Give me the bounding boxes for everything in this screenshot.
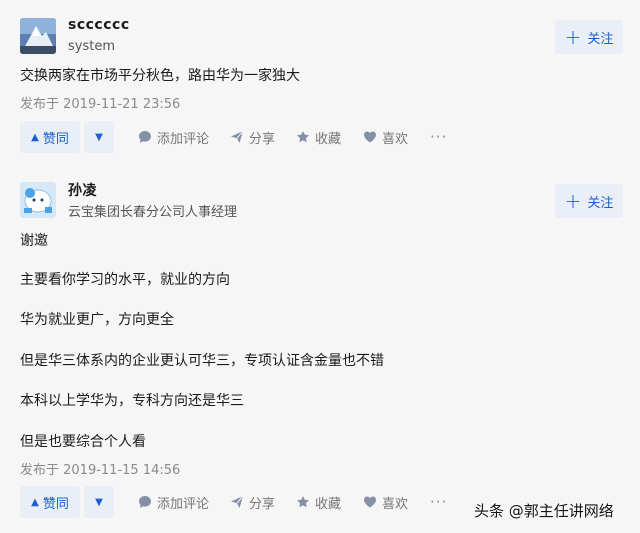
answer-paragraph: 但是也要综合个人看	[20, 434, 146, 450]
share-label: 分享	[249, 131, 276, 147]
upvote-button[interactable]: ▲ 赞同	[20, 486, 80, 518]
upvote-label: 赞同	[42, 496, 69, 512]
favorite-label: 收藏	[315, 496, 342, 512]
triangle-down-icon: ▼	[95, 131, 103, 143]
publish-time[interactable]: 发布于 2019-11-21 23:56	[20, 93, 180, 112]
answer-paragraph: 华为就业更广，方向更全	[20, 312, 174, 328]
favorite-button[interactable]: 收藏	[296, 486, 341, 518]
answer-paragraph: 主要看你学习的水平，就业的方向	[20, 272, 230, 288]
triangle-down-icon: ▼	[95, 496, 103, 508]
upvote-label: 赞同	[42, 131, 69, 147]
comment-icon	[139, 131, 151, 143]
author-name[interactable]: scccccc	[68, 17, 130, 33]
share-icon	[231, 130, 244, 143]
comment-icon	[139, 496, 151, 508]
publish-time[interactable]: 发布于 2019-11-15 14:56	[20, 459, 180, 478]
follow-label: 关注	[587, 31, 614, 47]
action-bar: ▲ 赞同 ▼ 添加评论 分享 收藏 喜欢 ···	[20, 121, 620, 153]
avatar[interactable]	[20, 182, 56, 218]
star-icon	[297, 131, 309, 143]
author-description: 云宝集团长春分公司人事经理	[68, 205, 238, 220]
answer-paragraph: 谢邀	[20, 233, 48, 249]
heart-icon	[364, 131, 376, 143]
answer-card: scccccc system + 关注 交换两家在市场平分秋色，路由华为一家独大…	[0, 0, 640, 168]
comment-label: 添加评论	[157, 496, 210, 512]
share-icon	[231, 495, 244, 508]
watermark: 头条 @郭主任讲网络	[474, 502, 614, 520]
heart-icon	[364, 496, 376, 508]
comment-label: 添加评论	[157, 131, 210, 147]
plus-icon: +	[564, 25, 582, 49]
more-button[interactable]: ···	[430, 121, 447, 153]
answer-card: 孙凌 云宝集团长春分公司人事经理 + 关注 谢邀 主要看你学习的水平，就业的方向…	[0, 168, 640, 533]
answer-content: 交换两家在市场平分秋色，路由华为一家独大	[20, 68, 300, 84]
like-label: 喜欢	[382, 131, 409, 147]
like-button[interactable]: 喜欢	[363, 486, 408, 518]
share-label: 分享	[249, 496, 276, 512]
avatar[interactable]	[20, 18, 56, 54]
more-button[interactable]: ···	[430, 486, 447, 518]
share-button[interactable]: 分享	[230, 121, 275, 153]
plus-icon: +	[564, 189, 582, 213]
comment-button[interactable]: 添加评论	[138, 486, 209, 518]
like-label: 喜欢	[382, 496, 409, 512]
comment-button[interactable]: 添加评论	[138, 121, 209, 153]
follow-button[interactable]: + 关注	[555, 184, 623, 218]
downvote-button[interactable]: ▼	[84, 486, 114, 518]
author-description: system	[68, 39, 115, 54]
upvote-button[interactable]: ▲ 赞同	[20, 121, 80, 153]
answer-paragraph: 但是华三体系内的企业更认可华三，专项认证含金量也不错	[20, 353, 384, 369]
answer-paragraph: 本科以上学华为，专科方向还是华三	[20, 393, 244, 409]
author-name[interactable]: 孙凌	[68, 180, 97, 200]
favorite-label: 收藏	[315, 131, 342, 147]
follow-label: 关注	[587, 195, 614, 211]
like-button[interactable]: 喜欢	[363, 121, 408, 153]
favorite-button[interactable]: 收藏	[296, 121, 341, 153]
share-button[interactable]: 分享	[230, 486, 275, 518]
downvote-button[interactable]: ▼	[84, 121, 114, 153]
follow-button[interactable]: + 关注	[555, 20, 623, 54]
triangle-up-icon: ▲	[31, 496, 39, 508]
star-icon	[297, 496, 309, 508]
triangle-up-icon: ▲	[31, 131, 39, 143]
